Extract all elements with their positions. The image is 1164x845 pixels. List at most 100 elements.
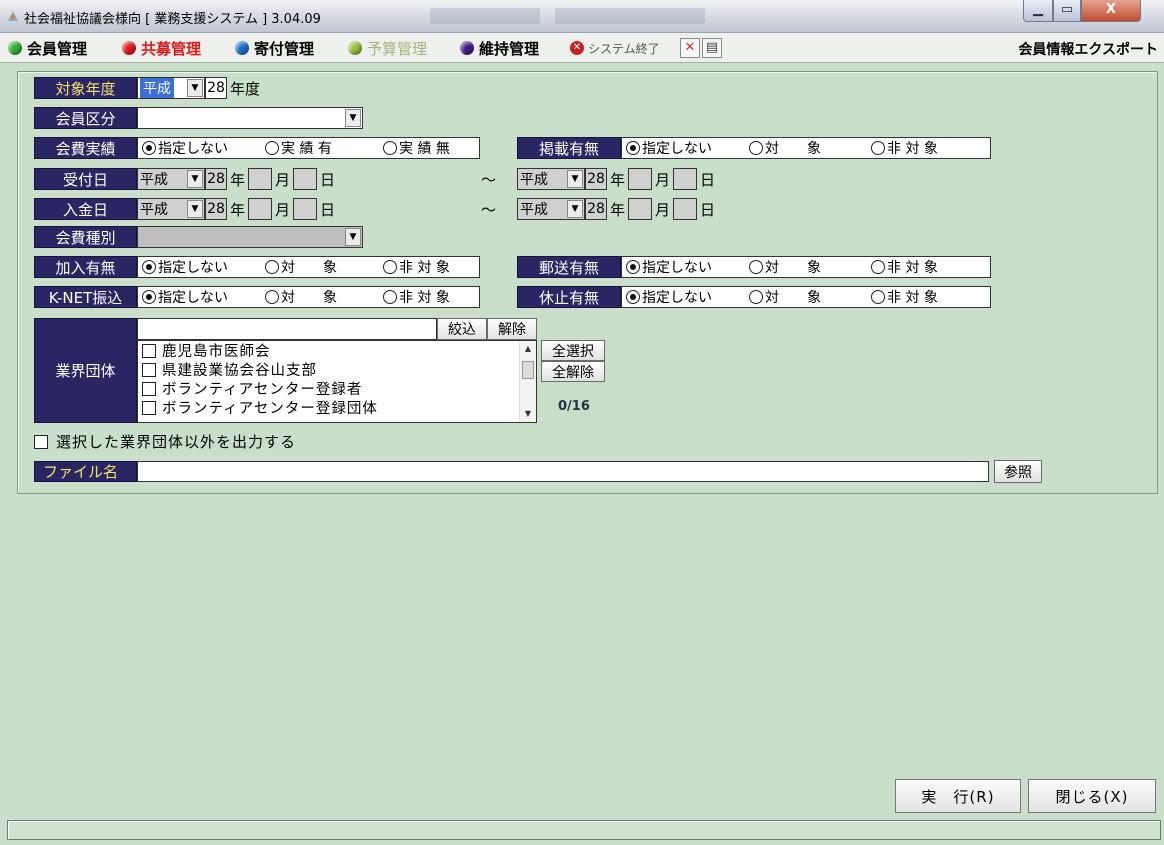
close-button[interactable]: 閉じる(X) bbox=[1028, 779, 1156, 813]
fiscal-year-suffix: 年度 bbox=[230, 79, 261, 98]
tool-icons: ✕ ▤ bbox=[680, 38, 722, 58]
list-item[interactable]: ボランティアセンター登録団体 bbox=[138, 398, 536, 417]
list-item[interactable]: ボランティアセンター登録者 bbox=[138, 379, 536, 398]
received-from-year-input[interactable]: 28 bbox=[205, 168, 227, 190]
checkbox-icon[interactable] bbox=[142, 400, 156, 415]
month-unit: 月 bbox=[275, 170, 291, 189]
publication-option-target[interactable]: 対 象 bbox=[745, 138, 867, 158]
file-name-input[interactable] bbox=[137, 461, 989, 482]
blue-dot-icon bbox=[235, 41, 249, 55]
menu-item-maintenance[interactable]: 維持管理 bbox=[460, 38, 539, 58]
day-unit: 日 bbox=[700, 170, 716, 189]
mailing-label: 郵送有無 bbox=[517, 256, 621, 278]
fee-record-option-has[interactable]: 実 績 有 bbox=[261, 138, 379, 158]
month-unit: 月 bbox=[655, 170, 671, 189]
scroll-down-icon[interactable]: ▼ bbox=[520, 406, 536, 422]
olive-dot-icon bbox=[348, 41, 362, 55]
fee-record-option-none[interactable]: 実 績 無 bbox=[379, 138, 450, 158]
suspension-option-target[interactable]: 対 象 bbox=[745, 287, 867, 307]
member-category-select[interactable]: ▼ bbox=[137, 107, 363, 129]
knet-option-target[interactable]: 対 象 bbox=[261, 287, 379, 307]
list-item[interactable]: 県建設業協会谷山支部 bbox=[138, 360, 536, 379]
industry-group-list[interactable]: 鹿児島市医師会 県建設業協会谷山支部 ボランティアセンター登録者 ボランティアセ… bbox=[137, 340, 537, 423]
fee-type-select[interactable]: ▼ bbox=[137, 226, 363, 248]
knet-option-unspecified[interactable]: 指定しない bbox=[138, 287, 261, 307]
close-window-button[interactable]: X bbox=[1081, 0, 1141, 22]
payment-to-day-input[interactable] bbox=[673, 198, 698, 220]
payment-from-year-input[interactable]: 28 bbox=[205, 198, 227, 220]
list-scrollbar[interactable]: ▲ ▼ bbox=[519, 341, 536, 422]
deselect-all-button[interactable]: 全解除 bbox=[541, 361, 605, 382]
industry-filter-input[interactable] bbox=[137, 318, 437, 340]
knet-transfer-label: K-NET振込 bbox=[34, 286, 137, 308]
received-from-month-input[interactable] bbox=[248, 168, 273, 190]
mailing-option-unspecified[interactable]: 指定しない bbox=[622, 257, 745, 277]
payment-to-year-input[interactable]: 28 bbox=[585, 198, 607, 220]
suspension-option-nontarget[interactable]: 非 対 象 bbox=[867, 287, 938, 307]
knet-option-nontarget[interactable]: 非 対 象 bbox=[379, 287, 450, 307]
title-bar: 社会福祉協議会様向 [ 業務支援システム ] 3.04.09 ▁ ▭ X bbox=[0, 0, 1164, 33]
membership-option-unspecified[interactable]: 指定しない bbox=[138, 257, 261, 277]
suspension-radio-group: 指定しない 対 象 非 対 象 bbox=[621, 286, 991, 308]
payment-from-era-select[interactable]: 平成 ▼ bbox=[137, 198, 205, 220]
membership-option-target[interactable]: 対 象 bbox=[261, 257, 379, 277]
window-icon[interactable]: ▤ bbox=[702, 38, 722, 58]
suspension-option-unspecified[interactable]: 指定しない bbox=[622, 287, 745, 307]
checkbox-icon[interactable] bbox=[34, 434, 48, 449]
scroll-up-icon[interactable]: ▲ bbox=[520, 341, 536, 357]
payment-from-month-input[interactable] bbox=[248, 198, 273, 220]
maximize-button[interactable]: ▭ bbox=[1053, 0, 1081, 22]
checkbox-icon[interactable] bbox=[142, 343, 156, 358]
maximize-icon: ▭ bbox=[1060, 2, 1074, 17]
payment-date-tilde: ～ bbox=[481, 200, 497, 219]
received-from-era-select[interactable]: 平成 ▼ bbox=[137, 168, 205, 190]
menu-item-donation[interactable]: 寄付管理 bbox=[235, 38, 314, 58]
checkbox-icon[interactable] bbox=[142, 362, 156, 377]
fiscal-year-era-select[interactable]: 平成 ▼ bbox=[137, 77, 205, 99]
radio-icon bbox=[871, 290, 885, 304]
tools-icon[interactable]: ✕ bbox=[680, 38, 700, 58]
received-to-era-select[interactable]: 平成 ▼ bbox=[517, 168, 585, 190]
membership-option-nontarget[interactable]: 非 対 象 bbox=[379, 257, 450, 277]
mailing-option-nontarget[interactable]: 非 対 象 bbox=[867, 257, 938, 277]
received-from-day-input[interactable] bbox=[293, 168, 318, 190]
browse-button[interactable]: 参照 bbox=[994, 460, 1042, 483]
publication-option-unspecified[interactable]: 指定しない bbox=[622, 138, 745, 158]
dropdown-arrow-icon: ▼ bbox=[567, 200, 583, 218]
mailing-option-target[interactable]: 対 象 bbox=[745, 257, 867, 277]
radio-icon bbox=[871, 141, 885, 155]
received-to-year-input[interactable]: 28 bbox=[585, 168, 607, 190]
fee-record-label: 会費実績 bbox=[34, 137, 137, 159]
publication-option-nontarget[interactable]: 非 対 象 bbox=[867, 138, 938, 158]
received-to-day-input[interactable] bbox=[673, 168, 698, 190]
received-to-month-input[interactable] bbox=[628, 168, 653, 190]
status-bar bbox=[7, 820, 1161, 840]
fee-type-row: 会費種別 ▼ bbox=[34, 226, 363, 248]
payment-to-month-input[interactable] bbox=[628, 198, 653, 220]
radio-checked-icon bbox=[626, 260, 640, 274]
month-unit: 月 bbox=[655, 200, 671, 219]
clear-filter-button[interactable]: 解除 bbox=[487, 318, 537, 340]
payment-from-day-input[interactable] bbox=[293, 198, 318, 220]
list-item[interactable]: 鹿児島市医師会 bbox=[138, 341, 536, 360]
payment-to-era-select[interactable]: 平成 ▼ bbox=[517, 198, 585, 220]
filter-button[interactable]: 絞込 bbox=[437, 318, 487, 340]
scroll-thumb[interactable] bbox=[522, 361, 534, 379]
fee-record-option-unspecified[interactable]: 指定しない bbox=[138, 138, 261, 158]
member-category-label: 会員区分 bbox=[34, 107, 137, 129]
menu-item-fundraising[interactable]: 共募管理 bbox=[122, 38, 201, 58]
year-unit: 年 bbox=[230, 170, 246, 189]
menu-item-label: 予算管理 bbox=[367, 39, 428, 58]
run-button[interactable]: 実 行(R) bbox=[895, 779, 1021, 813]
menu-item-system-exit[interactable]: ✕ システム終了 bbox=[570, 38, 660, 58]
checkbox-icon[interactable] bbox=[142, 381, 156, 396]
exclude-selected-checkbox[interactable]: 選択した業界団体以外を出力する bbox=[34, 431, 296, 452]
menu-item-member[interactable]: 会員管理 bbox=[8, 38, 87, 58]
window-title: 社会福祉協議会様向 [ 業務支援システム ] 3.04.09 bbox=[24, 12, 321, 27]
minimize-button[interactable]: ▁ bbox=[1023, 0, 1053, 22]
close-icon: X bbox=[1105, 2, 1117, 17]
select-all-button[interactable]: 全選択 bbox=[541, 340, 605, 361]
year-unit: 年 bbox=[610, 200, 626, 219]
purple-dot-icon bbox=[460, 41, 474, 55]
fiscal-year-input[interactable]: 28 bbox=[205, 77, 227, 99]
